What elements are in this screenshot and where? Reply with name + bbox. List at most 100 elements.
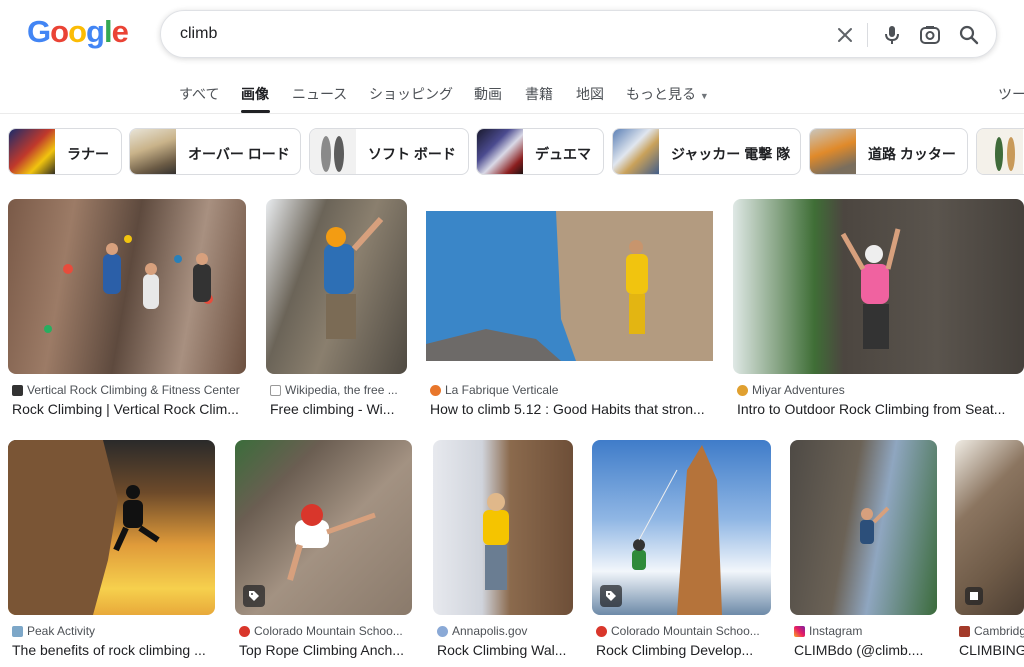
chip-soft-board[interactable]: ソフト ボード <box>309 128 469 175</box>
logo-letter: G <box>27 14 51 49</box>
result-image[interactable] <box>592 440 771 615</box>
chip-thumbnail <box>477 129 523 174</box>
result-source-text: Annapolis.gov <box>452 624 528 638</box>
search-box[interactable]: climb <box>160 10 997 58</box>
chip-label: オーバー ロード <box>188 146 290 162</box>
result-source[interactable]: Cambridge <box>959 624 1024 638</box>
result-title[interactable]: Rock Climbing Develop... <box>596 642 772 658</box>
logo-letter: o <box>50 14 69 49</box>
chip-overlord[interactable]: オーバー ロード <box>129 128 301 175</box>
image-result[interactable]: Annapolis.gov Rock Climbing Wal... <box>433 440 575 664</box>
logo-letter: e <box>111 14 129 49</box>
search-input[interactable]: climb <box>180 25 217 43</box>
chevron-down-icon: ▼ <box>699 91 709 101</box>
result-title[interactable]: The benefits of rock climbing ... <box>12 642 216 658</box>
result-title[interactable]: Rock Climbing Wal... <box>437 642 577 658</box>
image-result[interactable]: Instagram CLIMBdo (@climb.... <box>790 440 940 664</box>
image-result[interactable]: Colorado Mountain Schoo... Top Rope Clim… <box>235 440 415 664</box>
result-title[interactable]: Intro to Outdoor Rock Climbing from Seat… <box>737 401 1017 417</box>
site-favicon-icon <box>596 625 607 637</box>
close-icon[interactable] <box>832 22 858 48</box>
result-title[interactable]: Rock Climbing | Vertical Rock Clim... <box>12 401 244 417</box>
result-title[interactable]: How to climb 5.12 : Good Habits that str… <box>430 401 714 417</box>
result-image[interactable] <box>8 440 215 615</box>
site-favicon-icon <box>437 625 448 637</box>
result-source[interactable]: Peak Activity <box>12 624 95 638</box>
result-source[interactable]: Vertical Rock Climbing & Fitness Center <box>12 383 240 397</box>
site-favicon-icon <box>12 384 23 396</box>
result-image[interactable] <box>235 440 412 615</box>
chip-more[interactable] <box>976 128 1024 175</box>
chip-thumbnail <box>613 129 659 174</box>
result-title[interactable]: CLIMBING <box>959 642 1024 658</box>
instagram-icon <box>794 625 805 637</box>
chip-label: 道路 カッター <box>868 146 956 162</box>
chip-thumbnail <box>977 129 1023 174</box>
tab-tools[interactable]: ツー <box>998 84 1024 104</box>
tab-all[interactable]: すべて <box>179 84 219 104</box>
result-title[interactable]: Top Rope Climbing Anch... <box>239 642 413 658</box>
chip-thumbnail <box>130 129 176 174</box>
result-source[interactable]: Instagram <box>794 624 862 638</box>
search-tabs: すべて 画像 ニュース ショッピング 動画 書籍 地図 もっと見る ▼ ツー <box>0 84 1024 114</box>
tab-more-label: もっと見る <box>626 86 696 102</box>
chip-label: デュエマ <box>535 146 591 162</box>
result-image[interactable] <box>955 440 1024 615</box>
search-icon[interactable] <box>956 22 982 48</box>
result-image[interactable] <box>266 199 407 374</box>
mic-icon[interactable] <box>879 22 905 48</box>
image-result[interactable]: Miyar Adventures Intro to Outdoor Rock C… <box>733 199 1024 419</box>
tab-more[interactable]: もっと見る ▼ <box>626 84 709 104</box>
tab-videos[interactable]: 動画 <box>474 84 502 104</box>
chip-jakq[interactable]: ジャッカー 電撃 隊 <box>612 128 801 175</box>
image-result[interactable]: Wikipedia, the free ... Free climbing - … <box>266 199 408 419</box>
result-source-text: Wikipedia, the free ... <box>285 383 398 397</box>
product-tag-icon <box>243 585 265 607</box>
chip-runner[interactable]: ラナー <box>8 128 122 175</box>
result-source-text: Vertical Rock Climbing & Fitness Center <box>27 383 240 397</box>
product-tag-icon <box>600 585 622 607</box>
result-image[interactable] <box>790 440 937 615</box>
result-source-text: Cambridge <box>974 624 1024 638</box>
site-favicon-icon <box>959 625 970 637</box>
chip-label: ソフト ボード <box>368 146 456 162</box>
image-result[interactable]: Vertical Rock Climbing & Fitness Center … <box>8 199 248 419</box>
google-logo[interactable]: Google <box>27 14 129 50</box>
chip-duema[interactable]: デュエマ <box>476 128 604 175</box>
result-image[interactable] <box>433 440 573 615</box>
tab-books[interactable]: 書籍 <box>525 84 553 104</box>
tab-news[interactable]: ニュース <box>292 84 347 104</box>
site-favicon-icon <box>737 384 748 396</box>
site-favicon-icon <box>12 625 23 637</box>
result-source[interactable]: Colorado Mountain Schoo... <box>239 624 403 638</box>
tab-images[interactable]: 画像 <box>241 84 269 104</box>
site-favicon-icon <box>430 384 441 396</box>
logo-letter: l <box>103 14 113 49</box>
result-image[interactable] <box>8 199 246 374</box>
image-icon <box>965 587 983 605</box>
result-image[interactable] <box>733 199 1024 374</box>
result-source[interactable]: Annapolis.gov <box>437 624 527 638</box>
logo-letter: g <box>86 14 105 49</box>
result-source[interactable]: Colorado Mountain Schoo... <box>596 624 760 638</box>
result-source-text: Colorado Mountain Schoo... <box>611 624 760 638</box>
result-source-text: Colorado Mountain Schoo... <box>254 624 403 638</box>
tab-shopping[interactable]: ショッピング <box>369 84 453 104</box>
result-source[interactable]: Miyar Adventures <box>737 383 845 397</box>
result-title[interactable]: Free climbing - Wi... <box>270 401 408 417</box>
chip-label: ジャッカー 電撃 隊 <box>671 146 791 162</box>
image-result[interactable]: La Fabrique Verticale How to climb 5.12 … <box>426 199 716 419</box>
result-source[interactable]: Wikipedia, the free ... <box>270 383 398 397</box>
result-title[interactable]: CLIMBdo (@climb.... <box>794 642 940 658</box>
tab-maps[interactable]: 地図 <box>576 84 604 104</box>
result-image[interactable] <box>426 199 713 374</box>
result-source[interactable]: La Fabrique Verticale <box>430 383 558 397</box>
image-result[interactable]: Colorado Mountain Schoo... Rock Climbing… <box>592 440 774 664</box>
chip-road-cutter[interactable]: 道路 カッター <box>809 128 968 175</box>
lens-icon[interactable] <box>917 22 943 48</box>
chip-thumbnail <box>810 129 856 174</box>
result-source-text: Miyar Adventures <box>752 383 845 397</box>
image-result[interactable]: Cambridge CLIMBING <box>955 440 1024 664</box>
image-result[interactable]: Peak Activity The benefits of rock climb… <box>8 440 218 664</box>
chip-thumbnail <box>9 129 55 174</box>
